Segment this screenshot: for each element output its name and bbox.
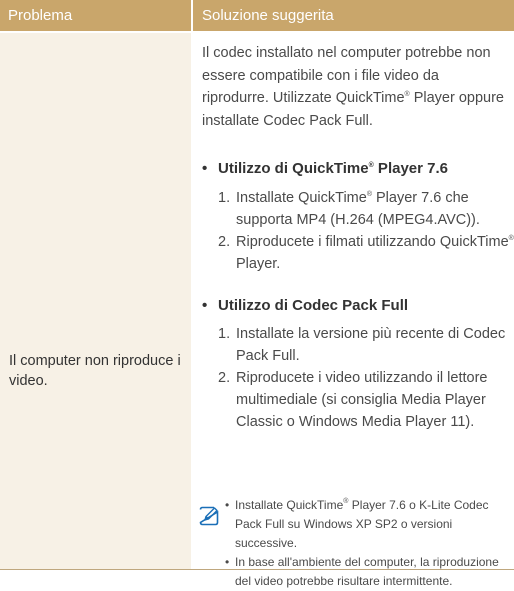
step-number: 2. bbox=[218, 370, 231, 386]
bullet-dot: • bbox=[225, 498, 230, 512]
solution-cell: Il codec installato nel computer potrebb… bbox=[193, 33, 514, 588]
bullet-dot: • bbox=[202, 297, 208, 314]
problem-cell: Il computer non riproduce i video. bbox=[0, 33, 191, 569]
step-text: Installate la versione più recente di Co… bbox=[236, 326, 506, 364]
step-item: 1. Installate la versione più recente di … bbox=[218, 323, 514, 367]
step-text: Installate QuickTime® Player 7.6 che sup… bbox=[236, 190, 480, 228]
note-pencil-icon bbox=[199, 506, 219, 526]
step-text: Riproducete i video utilizzando il letto… bbox=[236, 370, 488, 430]
step-text: Riproducete i filmati utilizzando QuickT… bbox=[236, 234, 514, 272]
section-title-text: Utilizzo di Codec Pack Full bbox=[218, 297, 409, 314]
section-title: • Utilizzo di Codec Pack Full bbox=[202, 296, 408, 316]
header-solution: Soluzione suggerita bbox=[193, 0, 514, 31]
note-item: • Installate QuickTime® Player 7.6 o K-Li… bbox=[225, 496, 511, 553]
section-title: • Utilizzo di QuickTime® Player 7.6 bbox=[202, 159, 448, 179]
header-problem: Problema bbox=[0, 0, 191, 31]
step-number: 1. bbox=[218, 326, 231, 342]
step-number: 1. bbox=[218, 190, 231, 206]
table-bottom-rule bbox=[0, 569, 514, 570]
problem-text: Il computer non riproduce i video. bbox=[9, 353, 181, 389]
step-item: 2. Riproducete i filmati utilizzando Quic… bbox=[218, 231, 514, 275]
solution-intro: Il codec installato nel computer potrebb… bbox=[202, 45, 504, 129]
note-text: Installate QuickTime® Player 7.6 o K-Lit… bbox=[235, 498, 489, 550]
step-item: 1. Installate QuickTime® Player 7.6 che s… bbox=[218, 187, 514, 231]
note-text: In base all'ambiente del computer, la ri… bbox=[235, 555, 499, 588]
step-number: 2. bbox=[218, 234, 231, 250]
troubleshooting-table: Problema Soluzione suggerita Il computer… bbox=[0, 0, 514, 588]
step-item: 2. Riproducete i video utilizzando il let… bbox=[218, 367, 514, 433]
section-title-text: Utilizzo di QuickTime® Player 7.6 bbox=[218, 160, 448, 177]
bullet-dot: • bbox=[202, 160, 208, 177]
note-item: • In base all'ambiente del computer, la r… bbox=[225, 553, 511, 591]
